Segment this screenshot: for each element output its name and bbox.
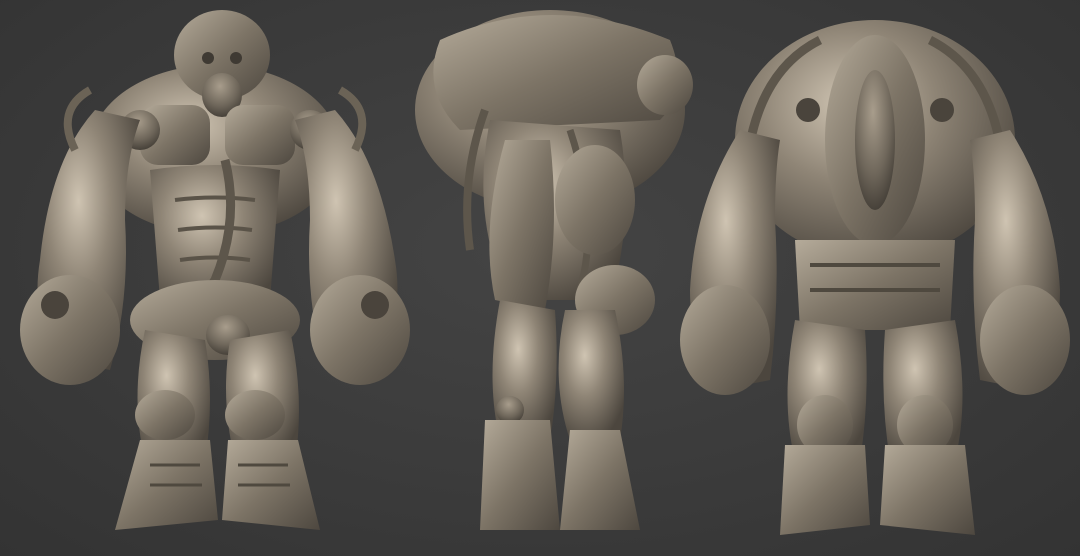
creature-back-view-icon — [680, 20, 1070, 535]
front-view-figure — [0, 0, 420, 556]
creature-side-view-icon — [415, 10, 693, 530]
sculpt-turnaround-canvas — [0, 0, 1080, 556]
creature-front-view-icon — [20, 10, 410, 530]
back-view-figure — [670, 0, 1080, 556]
side-view-figure — [400, 0, 700, 556]
